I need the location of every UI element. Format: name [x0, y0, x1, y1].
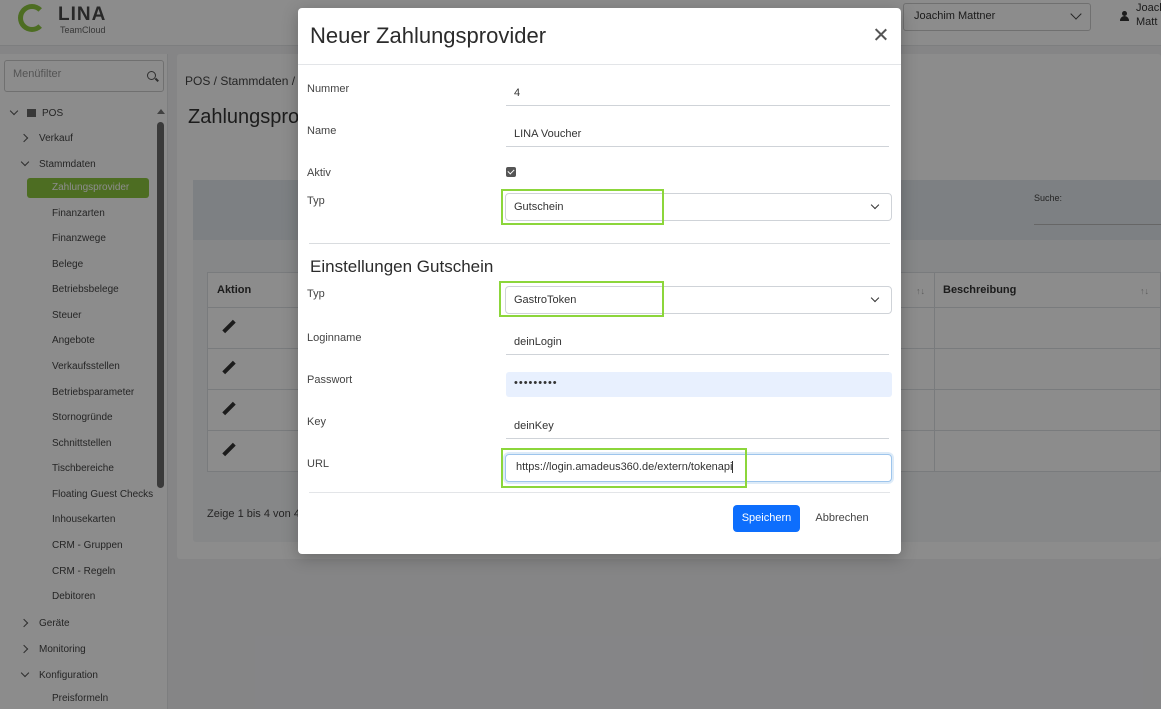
label-name: Name — [307, 125, 337, 137]
save-button[interactable]: Speichern — [733, 505, 800, 532]
loginname-field[interactable] — [506, 329, 889, 355]
modal-title: Neuer Zahlungsprovider — [310, 23, 547, 48]
chevron-down-icon — [870, 200, 880, 210]
password-value: ••••••••• — [514, 377, 558, 389]
highlight-box-typ — [501, 189, 664, 225]
label-aktiv: Aktiv — [307, 167, 331, 179]
close-icon[interactable] — [872, 26, 890, 44]
section-title: Einstellungen Gutschein — [310, 257, 494, 276]
highlight-box-url — [501, 448, 747, 488]
chevron-down-icon — [870, 293, 880, 303]
modal-footer-divider — [309, 492, 890, 493]
label-passwort: Passwort — [307, 374, 353, 386]
label-typ: Typ — [307, 195, 325, 207]
nummer-field[interactable] — [506, 80, 890, 106]
section-divider — [309, 243, 890, 244]
label-key: Key — [307, 416, 326, 428]
key-field[interactable] — [506, 413, 889, 439]
password-field[interactable]: ••••••••• — [506, 372, 892, 397]
label-url: URL — [307, 458, 330, 470]
aktiv-checkbox[interactable] — [506, 167, 516, 177]
label-nummer: Nummer — [307, 83, 350, 95]
highlight-box-gutschein-typ — [499, 281, 664, 317]
cancel-button[interactable]: Abbrechen — [810, 505, 874, 532]
label-loginname: Loginname — [307, 332, 362, 344]
modal-header: Neuer Zahlungsprovider — [298, 8, 901, 65]
name-field[interactable] — [506, 121, 889, 147]
label-typ-gutschein: Typ — [307, 288, 325, 300]
new-payment-provider-dialog: Neuer Zahlungsprovider Nummer Name Aktiv… — [298, 8, 901, 554]
